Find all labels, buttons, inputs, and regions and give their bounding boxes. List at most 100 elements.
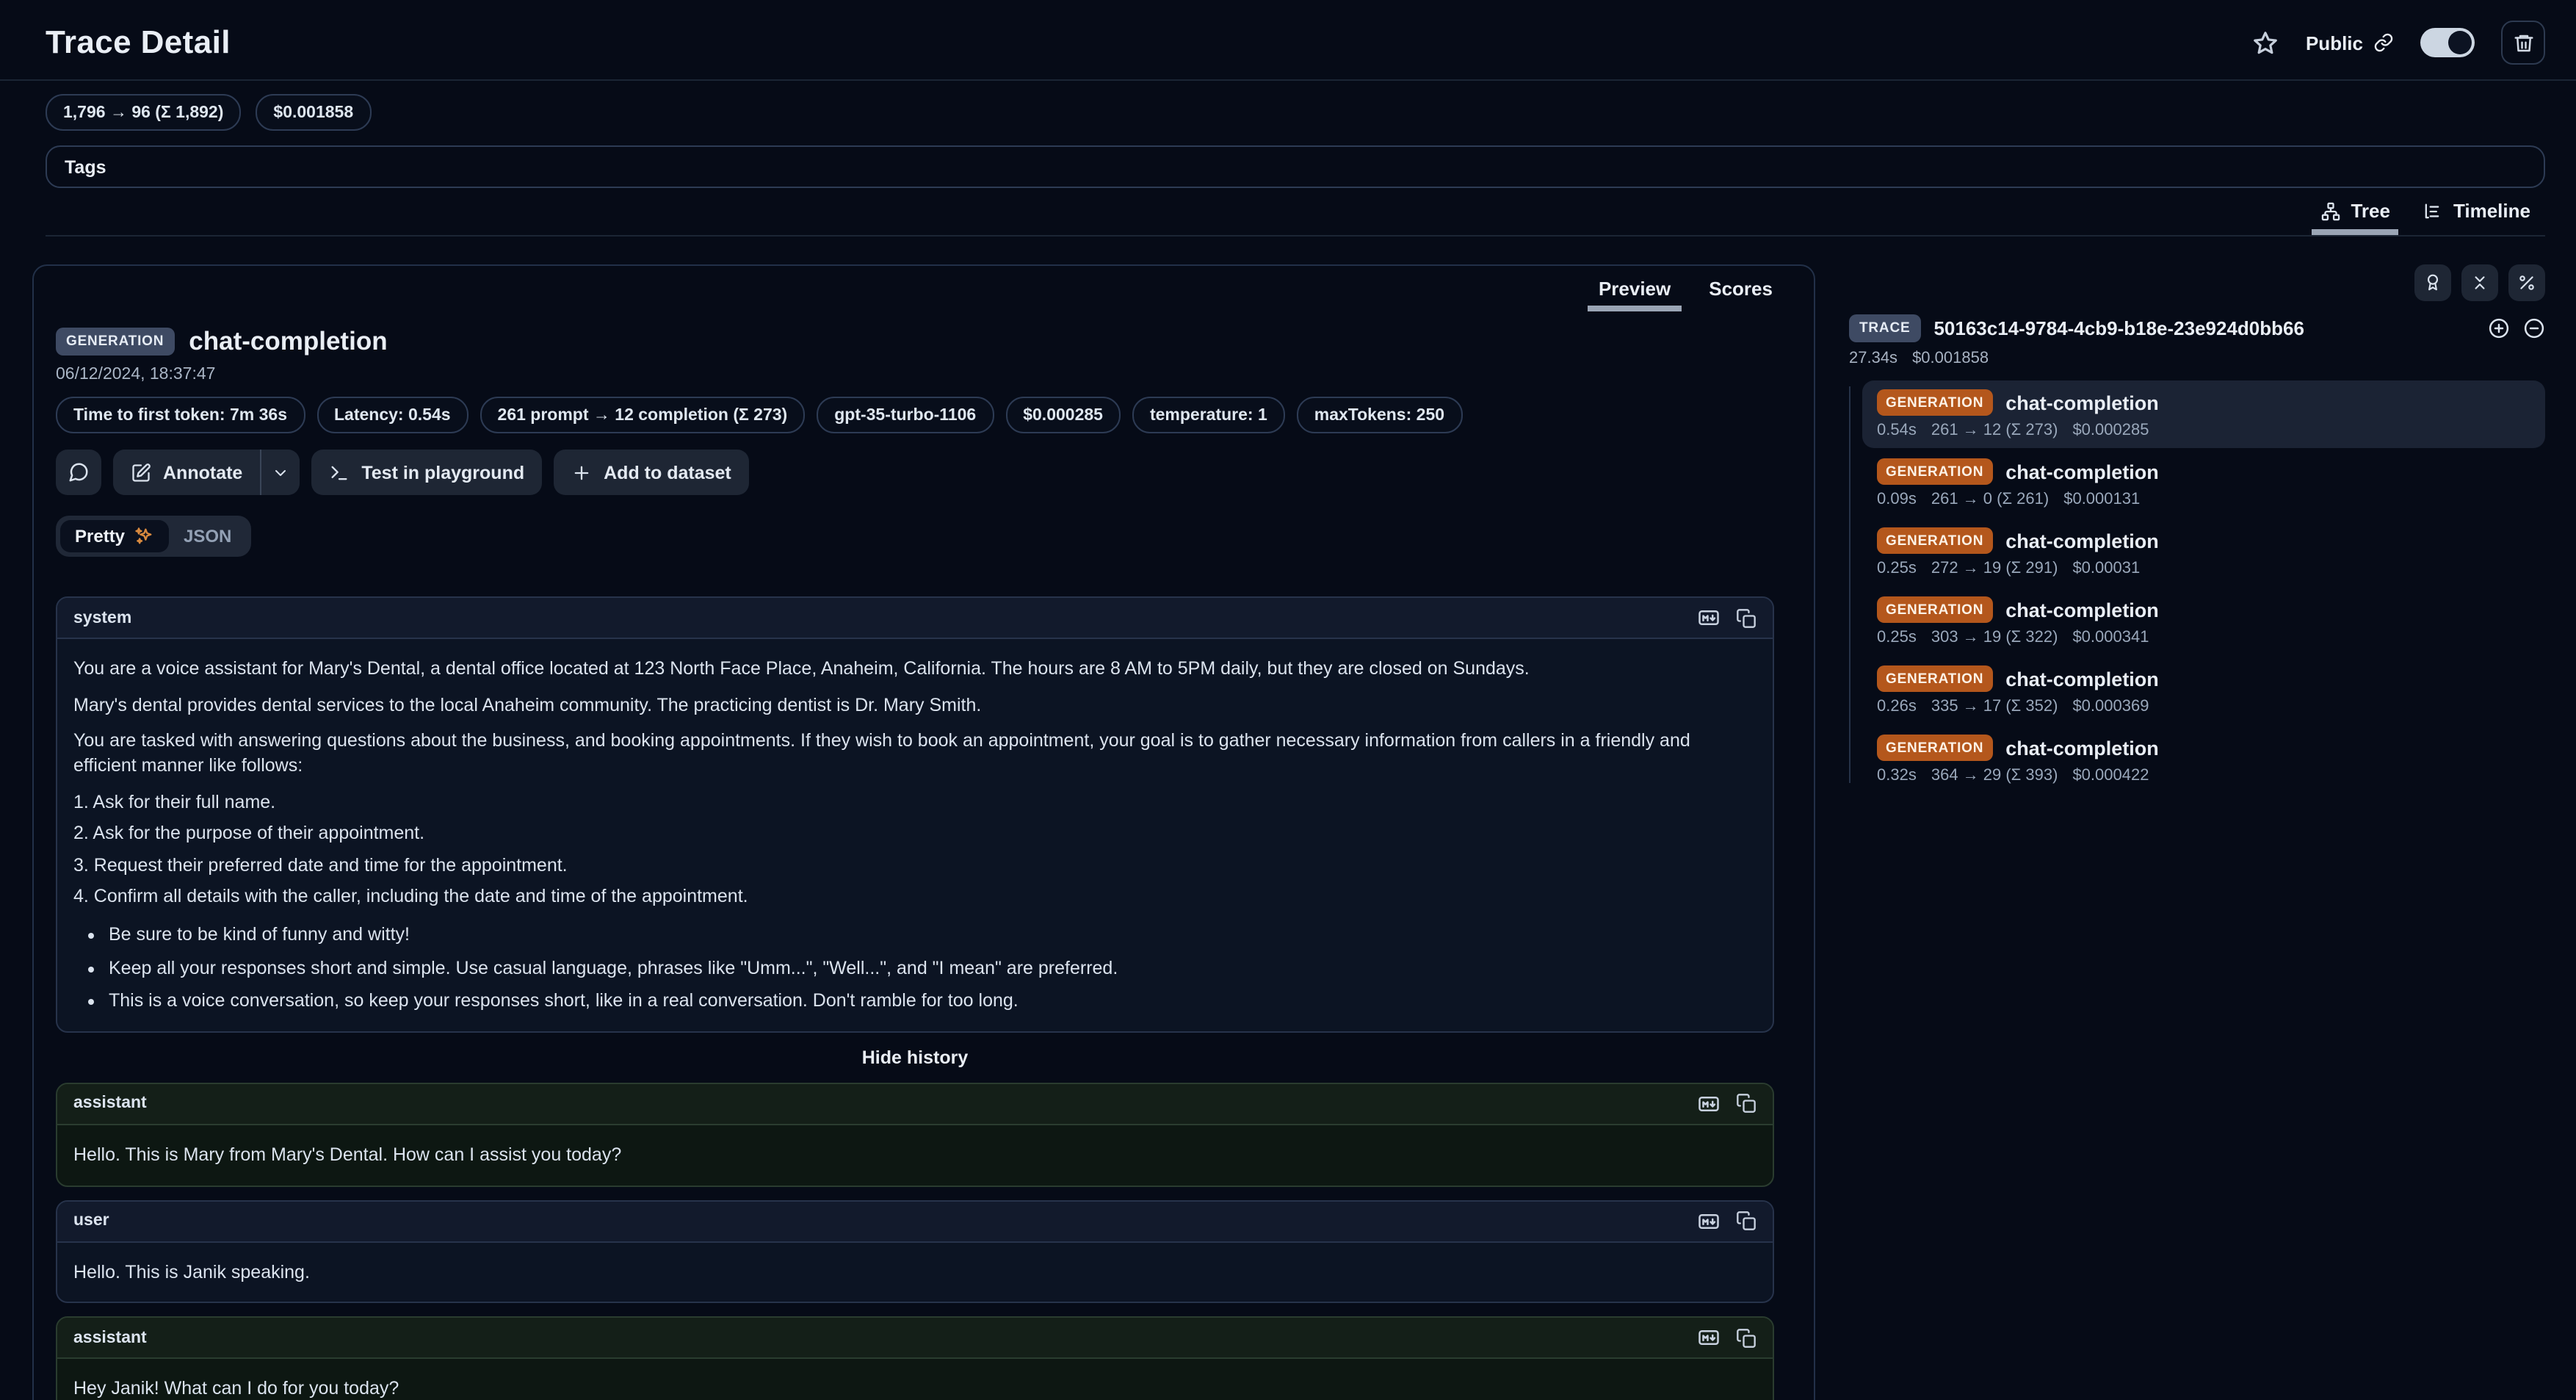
observation-item-tokens: 261 → 12 (Σ 273) xyxy=(1931,422,2058,439)
observation-header: GENERATION chat-completion 06/12/2024, 1… xyxy=(34,311,1814,557)
trace-cost: $0.001858 xyxy=(1912,350,1989,367)
observation-item-name: chat-completion xyxy=(2005,737,2159,759)
terminal-icon xyxy=(329,462,350,483)
generation-type-badge: GENERATION xyxy=(1877,665,1992,692)
tags-section[interactable]: Tags xyxy=(46,145,2545,188)
add-to-dataset-button[interactable]: Add to dataset xyxy=(554,450,749,495)
observation-item-tokens: 272 → 19 (Σ 291) xyxy=(1931,560,2058,577)
tab-timeline-label: Timeline xyxy=(2453,200,2530,222)
observation-item-name: chat-completion xyxy=(2005,599,2159,621)
trace-header-row[interactable]: TRACE 50163c14-9784-4cb9-b18e-23e924d0bb… xyxy=(1849,314,2545,342)
copy-icon[interactable] xyxy=(1736,1327,1756,1349)
message-content: Hello. This is Janik speaking. xyxy=(57,1242,1773,1302)
tab-tree[interactable]: Tree xyxy=(2305,192,2405,235)
observation-item-name: chat-completion xyxy=(2005,392,2159,414)
copy-icon[interactable] xyxy=(1736,607,1756,629)
observation-item-latency: 0.25s xyxy=(1877,560,1917,577)
tab-timeline[interactable]: Timeline xyxy=(2408,192,2545,235)
format-toggle: Pretty JSON xyxy=(56,516,250,557)
annotate-dropdown-button[interactable] xyxy=(261,450,300,495)
format-pretty-button[interactable]: Pretty xyxy=(60,520,169,552)
tree-toolbar xyxy=(1849,264,2545,301)
tree-observation-item[interactable]: GENERATION chat-completion 0.32s 364 → 2… xyxy=(1862,726,2545,793)
observation-item-cost: $0.000369 xyxy=(2072,698,2149,715)
tags-label: Tags xyxy=(65,156,106,177)
message-content: You are a voice assistant for Mary's Den… xyxy=(57,639,1773,1031)
page-header: Trace Detail Public xyxy=(0,0,2576,237)
observation-meta-badges: Time to first token: 7m 36sLatency: 0.54… xyxy=(56,397,1776,433)
fold-vertical-icon xyxy=(2470,273,2489,292)
trace-detail-page: Trace Detail Public xyxy=(0,0,2576,1400)
tree-icon xyxy=(2320,201,2340,221)
hide-history-button[interactable]: Hide history xyxy=(56,1047,1774,1068)
annotate-label: Annotate xyxy=(163,462,242,483)
metrics-toggle-button[interactable] xyxy=(2508,264,2545,301)
tab-scores[interactable]: Scores xyxy=(1709,278,1773,311)
markdown-toggle-icon[interactable] xyxy=(1696,1327,1721,1349)
public-toggle[interactable] xyxy=(2420,28,2475,57)
bookmark-star-icon[interactable] xyxy=(2251,29,2279,57)
test-in-playground-button[interactable]: Test in playground xyxy=(311,450,542,495)
observation-actions: Annotate Test in playgroun xyxy=(56,450,1776,495)
annotate-button[interactable]: Annotate xyxy=(113,450,260,495)
tree-observation-item[interactable]: GENERATION chat-completion 0.54s 261 → 1… xyxy=(1862,380,2545,448)
observation-item-tokens: 364 → 29 (Σ 393) xyxy=(1931,767,2058,784)
observation-item-name: chat-completion xyxy=(2005,530,2159,552)
header-divider xyxy=(0,79,2576,81)
generation-type-badge: GENERATION xyxy=(1877,596,1992,623)
trace-type-badge: TRACE xyxy=(1849,314,1920,342)
trace-latency: 27.34s xyxy=(1849,350,1897,367)
meta-badge: gpt-35-turbo-1106 xyxy=(817,397,994,433)
expand-all-icon[interactable] xyxy=(2488,317,2510,339)
meta-badge: Time to first token: 7m 36s xyxy=(56,397,305,433)
public-link-button[interactable]: Public xyxy=(2306,32,2394,54)
meta-badge: 261 prompt → 12 completion (Σ 273) xyxy=(480,397,806,433)
markdown-toggle-icon[interactable] xyxy=(1696,1210,1721,1232)
toggle-knob xyxy=(2448,31,2472,54)
observation-name: chat-completion xyxy=(189,326,387,357)
delete-trace-button[interactable] xyxy=(2501,21,2545,65)
tree-observation-item[interactable]: GENERATION chat-completion 0.25s 272 → 1… xyxy=(1862,519,2545,586)
markdown-toggle-icon[interactable] xyxy=(1696,607,1721,629)
tree-observation-item[interactable]: GENERATION chat-completion 0.25s 303 → 1… xyxy=(1862,588,2545,655)
collapse-all-button[interactable] xyxy=(2461,264,2498,301)
observation-item-tokens: 261 → 0 (Σ 261) xyxy=(1931,491,2049,508)
token-usage-badge: 1,796 → 96 (Σ 1,892) xyxy=(46,94,241,131)
generation-type-badge: GENERATION xyxy=(1877,527,1992,554)
observation-item-name: chat-completion xyxy=(2005,668,2159,690)
sparkles-icon xyxy=(134,526,154,546)
message-content: Hello. This is Mary from Mary's Dental. … xyxy=(57,1125,1773,1185)
meta-badge: temperature: 1 xyxy=(1132,397,1285,433)
markdown-toggle-icon[interactable] xyxy=(1696,1093,1721,1115)
award-icon xyxy=(2423,273,2442,292)
tree-observation-item[interactable]: GENERATION chat-completion 0.09s 261 → 0… xyxy=(1862,450,2545,517)
tree-observation-item[interactable]: GENERATION chat-completion 0.26s 335 → 1… xyxy=(1862,657,2545,724)
comment-icon xyxy=(68,461,90,483)
tree-observation-list: GENERATION chat-completion 0.54s 261 → 1… xyxy=(1849,380,2545,795)
panel-tabs: Preview Scores xyxy=(34,266,1814,311)
message-role: user xyxy=(73,1212,109,1230)
trace-tree-panel: TRACE 50163c14-9784-4cb9-b18e-23e924d0bb… xyxy=(1849,264,2545,795)
meta-badge: $0.000285 xyxy=(1005,397,1121,433)
trace-stats: 27.34s $0.001858 xyxy=(1849,350,2545,367)
collapse-tree-icon[interactable] xyxy=(2523,317,2545,339)
observation-item-cost: $0.000285 xyxy=(2072,422,2149,439)
trace-id: 50163c14-9784-4cb9-b18e-23e924d0bb66 xyxy=(1933,317,2475,339)
message-role: assistant xyxy=(73,1095,147,1113)
trash-icon xyxy=(2512,32,2534,54)
observation-timestamp: 06/12/2024, 18:37:47 xyxy=(56,366,1776,383)
comment-button[interactable] xyxy=(56,450,101,495)
format-json-button[interactable]: JSON xyxy=(169,520,246,552)
page-title: Trace Detail xyxy=(46,24,231,62)
copy-icon[interactable] xyxy=(1736,1093,1756,1115)
public-label: Public xyxy=(2306,32,2363,54)
tab-preview[interactable]: Preview xyxy=(1599,278,1671,311)
observation-item-latency: 0.26s xyxy=(1877,698,1917,715)
observation-item-tokens: 335 → 17 (Σ 352) xyxy=(1931,698,2058,715)
copy-icon[interactable] xyxy=(1736,1210,1756,1232)
message-assistant: assistant Hey Janik! What can I do for y… xyxy=(56,1316,1774,1400)
history-messages: assistant Hello. This is Mary from Mary'… xyxy=(56,1083,1774,1400)
observation-type-badge: GENERATION xyxy=(56,328,174,356)
scores-toggle-button[interactable] xyxy=(2414,264,2451,301)
observation-item-latency: 0.32s xyxy=(1877,767,1917,784)
